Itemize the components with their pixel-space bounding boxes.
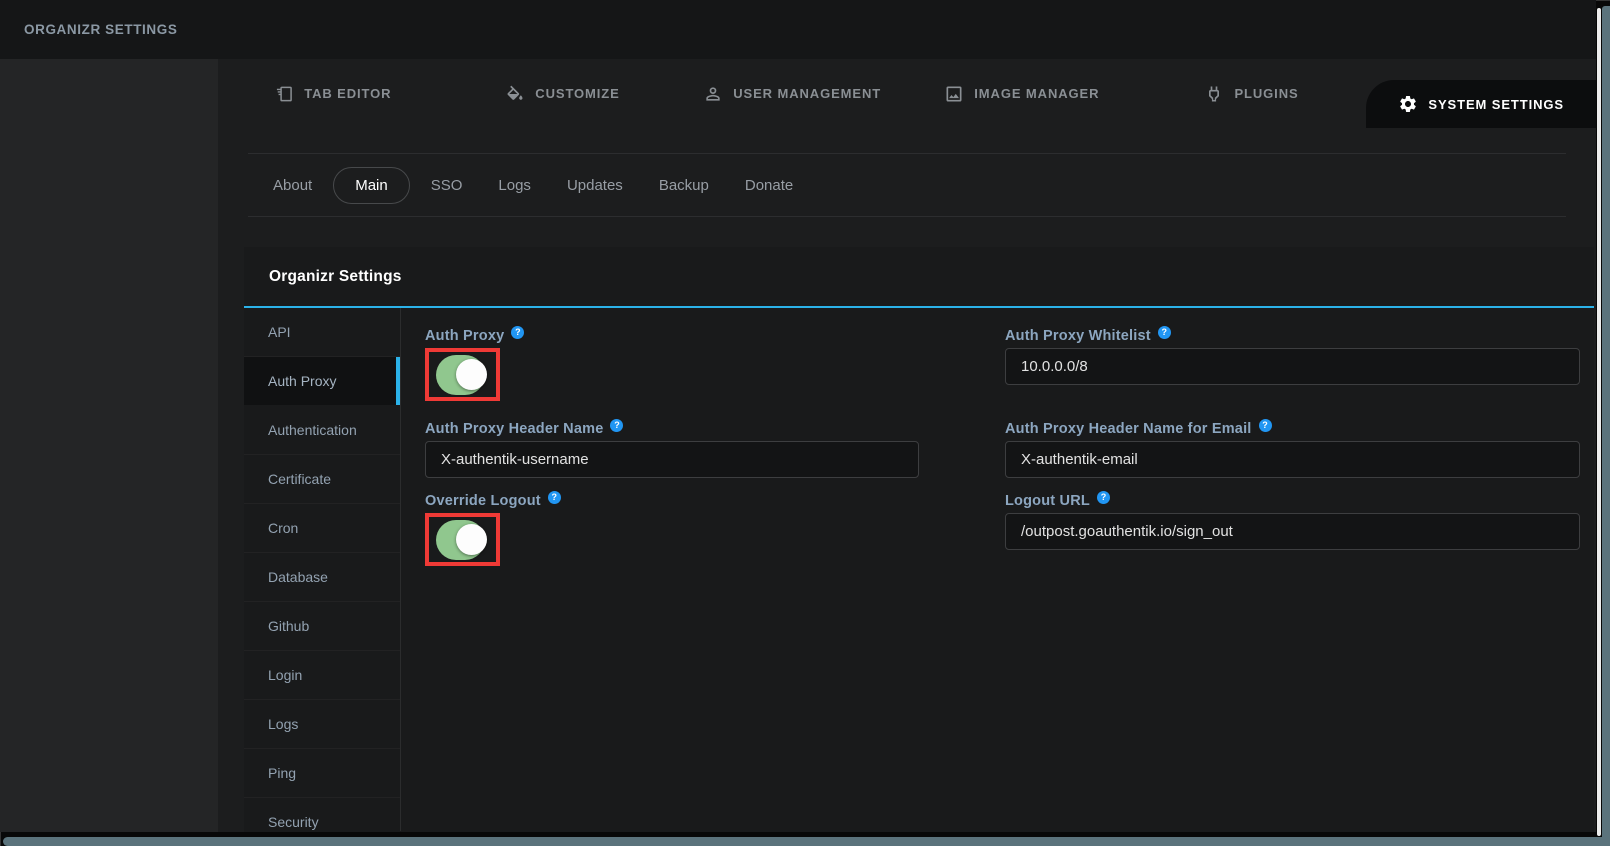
override-logout-toggle[interactable] <box>436 520 485 560</box>
settings-menu-item-certificate[interactable]: Certificate <box>244 455 400 504</box>
subtab-updates[interactable]: Updates <box>552 168 638 203</box>
settings-menu-item-api[interactable]: API <box>244 308 400 357</box>
help-icon[interactable]: ? <box>1158 326 1171 339</box>
field-override-logout: Override Logout? <box>425 491 919 571</box>
tab-system-settings[interactable]: SYSTEM SETTINGS <box>1366 80 1596 128</box>
settings-form: Auth Proxy?Auth Proxy Whitelist?Auth Pro… <box>401 308 1594 831</box>
field-label: Auth Proxy <box>425 328 504 344</box>
field-auth-proxy-header-name: Auth Proxy Header Name? <box>425 419 919 478</box>
auth-proxy-toggle[interactable] <box>436 355 485 395</box>
highlight-box <box>425 348 500 401</box>
tab-editor-icon <box>274 84 294 104</box>
field-logout-url: Logout URL? <box>1005 491 1580 571</box>
help-icon[interactable]: ? <box>610 419 623 432</box>
field-label-row: Override Logout? <box>425 491 919 510</box>
tab-user-management[interactable]: USER MANAGEMENT <box>677 59 907 128</box>
auth-proxy-whitelist-input[interactable] <box>1005 348 1580 385</box>
help-icon[interactable]: ? <box>511 326 524 339</box>
tab-label: USER MANAGEMENT <box>733 86 881 101</box>
settings-panel-body: APIAuth ProxyAuthenticationCertificateCr… <box>244 308 1594 831</box>
toggle-knob <box>456 359 487 390</box>
auth-proxy-header-name-for-email-input[interactable] <box>1005 441 1580 478</box>
auth-proxy-header-name-input[interactable] <box>425 441 919 478</box>
toggle-knob <box>456 524 487 555</box>
page-title: ORGANIZR SETTINGS <box>24 22 177 37</box>
gear-icon <box>1398 94 1418 114</box>
field-auth-proxy-whitelist: Auth Proxy Whitelist? <box>1005 326 1580 406</box>
customize-icon <box>505 84 525 104</box>
field-auth-proxy-header-name-for-email: Auth Proxy Header Name for Email? <box>1005 419 1580 478</box>
tab-label: CUSTOMIZE <box>535 86 619 101</box>
help-icon[interactable]: ? <box>1097 491 1110 504</box>
settings-menu-item-ping[interactable]: Ping <box>244 749 400 798</box>
field-label-row: Auth Proxy Header Name for Email? <box>1005 419 1580 438</box>
field-label: Auth Proxy Whitelist <box>1005 328 1151 344</box>
sub-tab-bar: AboutMainSSOLogsUpdatesBackupDonate <box>248 153 1566 217</box>
tab-label: PLUGINS <box>1234 86 1298 101</box>
window-frame-bottom <box>3 837 1610 846</box>
main-tab-bar: TAB EDITOR CUSTOMIZE USER MANAGEMENT IMAGE … <box>218 59 1596 128</box>
settings-menu-item-login[interactable]: Login <box>244 651 400 700</box>
highlight-box <box>425 513 500 566</box>
main-content: TAB EDITOR CUSTOMIZE USER MANAGEMENT IMAGE … <box>218 59 1596 832</box>
help-icon[interactable]: ? <box>548 491 561 504</box>
tab-label: TAB EDITOR <box>304 86 391 101</box>
field-label-row: Auth Proxy? <box>425 326 919 345</box>
tab-tab-editor[interactable]: TAB EDITOR <box>218 59 448 128</box>
settings-panel: Organizr Settings APIAuth ProxyAuthentic… <box>244 247 1594 832</box>
vertical-scrollbar[interactable] <box>1597 8 1601 836</box>
field-label: Logout URL <box>1005 493 1090 509</box>
settings-menu-item-security[interactable]: Security <box>244 798 400 832</box>
field-label: Auth Proxy Header Name for Email <box>1005 421 1252 437</box>
tab-plugins[interactable]: PLUGINS <box>1137 59 1367 128</box>
field-label-row: Auth Proxy Whitelist? <box>1005 326 1580 345</box>
app-window: ORGANIZR SETTINGS TAB EDITOR CUSTOMIZE USE… <box>0 0 1610 846</box>
tab-label: IMAGE MANAGER <box>974 86 1099 101</box>
field-auth-proxy: Auth Proxy? <box>425 326 919 406</box>
field-label: Auth Proxy Header Name <box>425 421 603 437</box>
field-label-row: Auth Proxy Header Name? <box>425 419 919 438</box>
settings-menu-item-authentication[interactable]: Authentication <box>244 406 400 455</box>
settings-menu: APIAuth ProxyAuthenticationCertificateCr… <box>244 308 401 831</box>
side-nav-area <box>0 59 218 832</box>
subtab-main[interactable]: Main <box>333 167 410 204</box>
settings-menu-item-cron[interactable]: Cron <box>244 504 400 553</box>
field-label: Override Logout <box>425 493 541 509</box>
help-icon[interactable]: ? <box>1259 419 1272 432</box>
settings-menu-item-auth-proxy[interactable]: Auth Proxy <box>244 357 400 406</box>
user-management-icon <box>703 84 723 104</box>
tab-customize[interactable]: CUSTOMIZE <box>448 59 678 128</box>
settings-panel-title: Organizr Settings <box>269 268 402 286</box>
image-manager-icon <box>944 84 964 104</box>
settings-menu-item-logs[interactable]: Logs <box>244 700 400 749</box>
settings-panel-header: Organizr Settings <box>244 247 1594 308</box>
field-label-row: Logout URL? <box>1005 491 1580 510</box>
settings-menu-item-database[interactable]: Database <box>244 553 400 602</box>
subtab-backup[interactable]: Backup <box>644 168 724 203</box>
subtab-sso[interactable]: SSO <box>416 168 478 203</box>
app-header: ORGANIZR SETTINGS <box>0 0 1596 59</box>
tab-image-manager[interactable]: IMAGE MANAGER <box>907 59 1137 128</box>
subtab-logs[interactable]: Logs <box>483 168 546 203</box>
subtab-about[interactable]: About <box>258 168 327 203</box>
subtab-donate[interactable]: Donate <box>730 168 808 203</box>
plugins-icon <box>1204 84 1224 104</box>
tab-label: SYSTEM SETTINGS <box>1428 97 1564 112</box>
logout-url-input[interactable] <box>1005 513 1580 550</box>
settings-menu-item-github[interactable]: Github <box>244 602 400 651</box>
window-frame-right <box>1602 6 1610 846</box>
